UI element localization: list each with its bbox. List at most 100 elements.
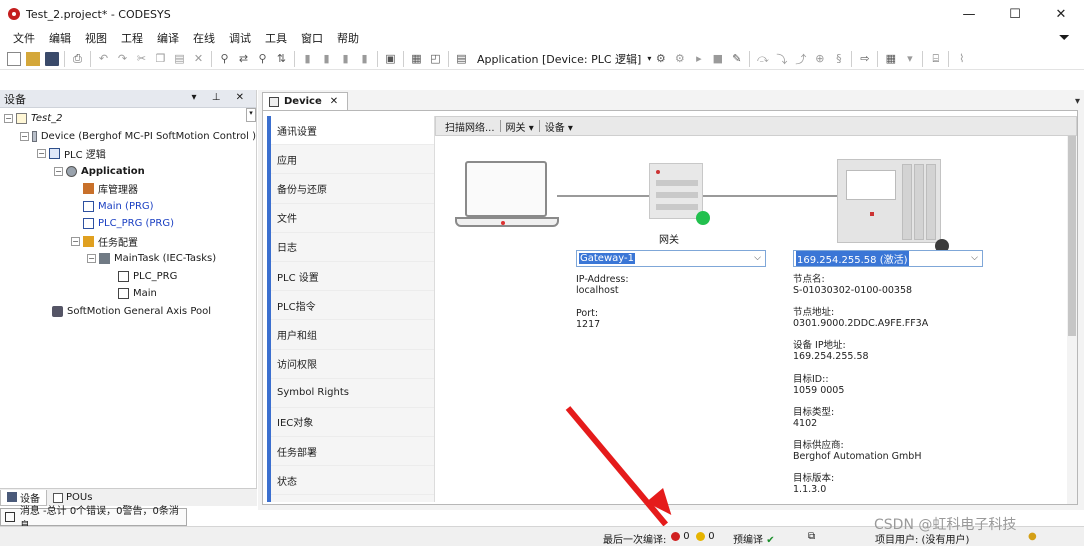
tree-node-project[interactable]: − Test_2 <box>0 110 256 128</box>
scrollbar-thumb[interactable] <box>1068 136 1076 336</box>
menu-online[interactable]: 在线 <box>186 30 222 46</box>
nav-item-communication[interactable]: 通讯设置 <box>267 116 434 146</box>
find-icon[interactable]: ⚲ <box>218 52 232 66</box>
device-menu-button[interactable]: 设备 ▾ <box>540 119 578 134</box>
replace-icon[interactable]: ⇄ <box>237 52 251 66</box>
close-button[interactable]: ✕ <box>1038 0 1084 28</box>
collapse-icon[interactable]: − <box>37 149 46 159</box>
replace-all-icon[interactable]: ⇅ <box>275 52 289 66</box>
menu-file[interactable]: 文件 <box>6 30 42 46</box>
minimize-button[interactable]: — <box>946 0 992 28</box>
cut-icon[interactable]: ✂ <box>135 52 149 66</box>
print-icon[interactable]: ⎙ <box>71 52 85 66</box>
stop-icon[interactable]: ■ <box>711 52 725 66</box>
collapse-icon[interactable]: − <box>4 114 13 124</box>
force-values-icon[interactable]: ▦ <box>884 52 898 66</box>
nav-item-plc-settings[interactable]: PLC 设置 <box>267 262 434 292</box>
nav-item-users-groups[interactable]: 用户和组 <box>267 320 434 350</box>
paste-icon[interactable]: ▤ <box>173 52 187 66</box>
tree-node-main-prg[interactable]: Main (PRG) <box>0 198 256 216</box>
step-out-icon[interactable]: ⤴ <box>794 52 808 66</box>
open-project-icon[interactable] <box>25 51 40 66</box>
active-application-combo[interactable]: Application [Device: PLC 逻辑] ▾ <box>477 51 651 67</box>
scan-network-button[interactable]: 扫描网络... <box>440 119 500 134</box>
tree-node-maintask[interactable]: − MainTask (IEC-Tasks) <box>0 250 256 268</box>
menu-debug[interactable]: 调试 <box>222 30 258 46</box>
run-icon[interactable]: ▸ <box>692 52 706 66</box>
bookmark-icon[interactable]: ▮ <box>301 52 315 66</box>
tree-node-library-manager[interactable]: 库管理器 <box>0 180 256 198</box>
bookmark-clear-icon[interactable]: ▮ <box>358 52 372 66</box>
maximize-button[interactable]: ☐ <box>992 0 1038 28</box>
gateway-menu-button[interactable]: 网关 ▾ <box>501 119 539 134</box>
collapse-icon[interactable]: − <box>71 236 80 246</box>
nav-item-plc-shell[interactable]: PLC指令 <box>267 291 434 321</box>
next-statement-icon[interactable]: ⇨ <box>858 52 872 66</box>
collapse-icon[interactable]: − <box>20 131 29 141</box>
tree-node-device[interactable]: − Device (Berghof MC-PI SoftMotion Contr… <box>0 128 256 146</box>
menu-help[interactable]: 帮助 <box>330 30 366 46</box>
scroll-icon[interactable]: ⌇ <box>955 52 969 66</box>
menu-view[interactable]: 视图 <box>78 30 114 46</box>
find-all-icon[interactable]: ⚲ <box>256 52 270 66</box>
tab-device[interactable]: Device ✕ <box>262 92 348 110</box>
build-icon[interactable]: ▦ <box>410 52 424 66</box>
menu-edit[interactable]: 编辑 <box>42 30 78 46</box>
new-project-icon[interactable] <box>6 51 21 66</box>
editor-scrollbar[interactable] <box>1067 136 1077 504</box>
device-select[interactable]: 169.254.255.58 (激活) ⌵ <box>793 250 983 267</box>
close-icon[interactable]: ✕ <box>330 96 338 107</box>
nav-item-task-deployment[interactable]: 任务部署 <box>267 437 434 467</box>
tree-node-task-config[interactable]: − 任务配置 <box>0 233 256 251</box>
bookmark-prev-icon[interactable]: ▮ <box>339 52 353 66</box>
gateway-select[interactable]: Gateway-1 ⌵ <box>576 250 766 267</box>
logout-icon[interactable]: ⚙ <box>673 52 687 66</box>
error-count[interactable]: 0 <box>671 531 690 542</box>
editor-tab-menu-icon[interactable]: ▾ <box>1075 96 1080 107</box>
tree-node-plc-prg[interactable]: PLC_PRG (PRG) <box>0 215 256 233</box>
nav-item-status[interactable]: 状态 <box>267 466 434 496</box>
generate-code-icon[interactable]: ◰ <box>429 52 443 66</box>
delete-icon[interactable]: ✕ <box>192 52 206 66</box>
reset-icon[interactable]: ✎ <box>730 52 744 66</box>
messages-tab[interactable]: 消息 -总计 0个错误，0警告，0条消息 <box>0 506 187 532</box>
collapse-icon[interactable]: − <box>87 254 96 264</box>
tree-node-call-main[interactable]: Main <box>0 285 256 303</box>
toolbar-separator <box>877 50 879 67</box>
nav-item-backup-restore[interactable]: 备份与还原 <box>267 174 434 204</box>
copy-icon[interactable]: ❐ <box>154 52 168 66</box>
menu-tools[interactable]: 工具 <box>258 30 294 46</box>
nav-item-iec-objects[interactable]: IEC对象 <box>267 408 434 438</box>
bookmark-next-icon[interactable]: ▮ <box>320 52 334 66</box>
breakpoint-icon[interactable]: ⊕ <box>813 52 827 66</box>
flow-control-icon[interactable]: § <box>832 52 846 66</box>
step-over-icon[interactable]: ⤼ <box>756 52 770 66</box>
filter-icon[interactable]: ⏷ <box>1059 30 1070 46</box>
nav-item-files[interactable]: 文件 <box>267 204 434 233</box>
network-icon[interactable]: ⧉ <box>808 531 815 542</box>
tree-node-application[interactable]: − Application <box>0 163 256 181</box>
collapse-icon[interactable]: − <box>54 166 63 176</box>
panel-controls[interactable]: ▾ ⊥ ✕ <box>192 92 250 103</box>
write-values-icon[interactable]: ▾ <box>903 52 917 66</box>
tree-node-call-plc-prg[interactable]: PLC_PRG <box>0 268 256 286</box>
redo-icon[interactable]: ↷ <box>116 52 130 66</box>
nav-item-access-rights[interactable]: 访问权限 <box>267 350 434 379</box>
window-icon[interactable]: ▣ <box>384 52 398 66</box>
cart-icon[interactable]: ⌸ <box>929 52 943 66</box>
nav-item-applications[interactable]: 应用 <box>267 145 434 175</box>
nav-item-log[interactable]: 日志 <box>267 233 434 262</box>
nav-item-symbol-rights[interactable]: Symbol Rights <box>267 379 434 408</box>
login-icon[interactable]: ⚙ <box>654 52 668 66</box>
tree-node-plc-logic[interactable]: − PLC 逻辑 <box>0 145 256 163</box>
save-icon[interactable] <box>44 51 59 66</box>
warning-count[interactable]: 0 <box>696 531 715 542</box>
menu-build[interactable]: 编译 <box>150 30 186 46</box>
menu-window[interactable]: 窗口 <box>294 30 330 46</box>
menu-project[interactable]: 工程 <box>114 30 150 46</box>
undo-icon[interactable]: ↶ <box>97 52 111 66</box>
precompile-status[interactable]: 预编译 ✔ <box>733 531 775 546</box>
tree-node-axis-pool[interactable]: SoftMotion General Axis Pool <box>0 303 256 321</box>
step-into-icon[interactable]: ⤵ <box>775 52 789 66</box>
lightbulb-icon[interactable]: ● <box>1028 531 1037 542</box>
